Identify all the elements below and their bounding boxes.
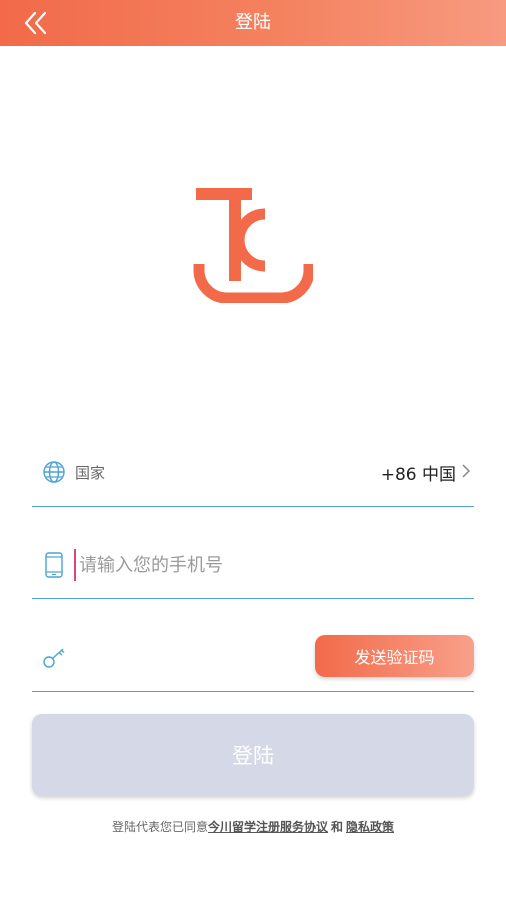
- send-code-button[interactable]: 发送验证码: [315, 635, 474, 677]
- header-bar: 登陆: [0, 0, 506, 46]
- login-button[interactable]: 登陆: [32, 714, 474, 796]
- globe-icon: [43, 461, 65, 483]
- key-icon: [43, 648, 65, 668]
- phone-number-input[interactable]: [74, 549, 461, 581]
- jc-logo: [193, 188, 313, 303]
- chevron-right-icon: [462, 464, 471, 478]
- agreement-text: 登陆代表您已同意今川留学注册服务协议和隐私政策: [0, 818, 506, 835]
- phone-row: [32, 540, 474, 588]
- verification-code-input[interactable]: [76, 644, 300, 674]
- divider: [32, 691, 474, 692]
- terms-link[interactable]: 今川留学注册服务协议: [208, 820, 328, 834]
- agreement-prefix: 登陆代表您已同意: [111, 820, 208, 834]
- page-title: 登陆: [235, 12, 271, 33]
- code-row: 发送验证码: [32, 632, 474, 682]
- privacy-policy-link[interactable]: 隐私政策: [346, 820, 394, 834]
- divider: [32, 506, 474, 507]
- country-code-value: +86 中国: [380, 465, 456, 485]
- country-selector[interactable]: 国家 +86 中国: [32, 450, 474, 494]
- country-label: 国家: [75, 464, 106, 482]
- agreement-and: 和: [331, 820, 344, 834]
- phone-icon: [45, 552, 63, 578]
- divider: [32, 598, 474, 599]
